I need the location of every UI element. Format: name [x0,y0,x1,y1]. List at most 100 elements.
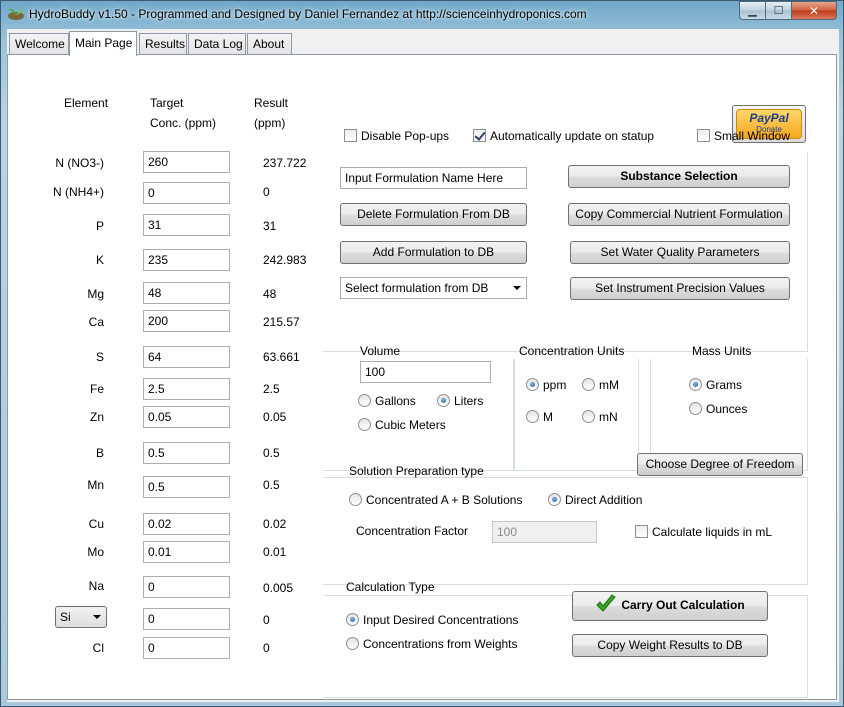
ounces-label: Ounces [706,402,748,416]
close-button[interactable]: ✕ [791,1,837,20]
ounces-radio[interactable]: Ounces [689,402,747,416]
target-input-b[interactable]: 0.5 [143,442,230,464]
result-value: 0.05 [263,410,287,424]
mm-label: mM [599,378,619,392]
result-value: 0.01 [263,545,287,559]
element-header: Element [64,96,109,110]
disable-popups-checkbox[interactable]: Disable Pop-ups [344,129,449,143]
checkbox-checked-icon [473,129,486,142]
substance-selection-button[interactable]: Substance Selection [568,165,790,188]
calc-liquids-ml-checkbox[interactable]: Calculate liquids in mL [635,525,772,539]
target-input-cl[interactable]: 0 [143,637,230,659]
target-input-p[interactable]: 31 [143,214,230,236]
target-input-s[interactable]: 64 [143,346,230,368]
auto-update-checkbox[interactable]: Automatically update on statup [473,129,654,143]
element-select-dropdown[interactable]: Si [55,606,107,628]
solution-prep-label: Solution Preparation type [349,464,484,478]
element-label: Mg [87,287,104,301]
copy-commercial-formulation-button[interactable]: Copy Commercial Nutrient Formulation [568,203,790,226]
concentrations-from-weights-radio[interactable]: Concentrations from Weights [346,637,518,651]
title-bar: HydroBuddy v1.50 - Programmed and Design… [1,1,843,29]
target-header-line2: Conc. (ppm) [150,116,217,130]
disable-popups-label: Disable Pop-ups [361,129,450,143]
molar-label: M [543,410,553,424]
concentrated-ab-radio[interactable]: Concentrated A + B Solutions [349,493,522,507]
target-input-cu[interactable]: 0.02 [143,513,230,535]
select-formulation-dropdown[interactable]: Select formulation from DB [340,277,527,299]
radio-selected-icon [548,493,561,506]
element-label: Mo [87,545,104,559]
set-instrument-precision-button[interactable]: Set Instrument Precision Values [570,277,790,300]
client-area: Welcome Main Page Results Data Log About… [7,29,839,702]
input-desired-concentrations-radio[interactable]: Input Desired Concentrations [346,613,518,627]
target-input-zn[interactable]: 0.05 [143,406,230,428]
add-formulation-button[interactable]: Add Formulation to DB [340,241,527,264]
concentration-factor-input[interactable]: 100 [492,521,597,543]
delete-formulation-button[interactable]: Delete Formulation From DB [340,203,527,226]
target-input-mo[interactable]: 0.01 [143,541,230,563]
radio-selected-icon [526,378,539,391]
liters-radio[interactable]: Liters [437,394,483,408]
result-value: 0 [263,185,270,199]
target-input-mg[interactable]: 48 [143,282,230,304]
minimize-button[interactable]: ▁ [739,1,766,20]
grams-label: Grams [706,378,742,392]
result-value: 63.661 [263,350,300,364]
cubic-meters-radio[interactable]: Cubic Meters [358,418,446,432]
volume-label: Volume [360,344,401,358]
ppm-radio[interactable]: ppm [526,378,566,392]
radio-icon [358,394,371,407]
target-input-ca[interactable]: 200 [143,310,230,332]
direct-addition-radio[interactable]: Direct Addition [548,493,642,507]
concentrated-ab-label: Concentrated A + B Solutions [366,493,523,507]
liters-label: Liters [454,394,484,408]
calculation-type-label: Calculation Type [346,580,435,594]
copy-weight-results-button[interactable]: Copy Weight Results to DB [572,634,768,657]
ppm-label: ppm [543,378,567,392]
element-label: Na [88,579,104,593]
result-value: 215.57 [263,315,300,329]
target-input-nh4[interactable]: 0 [143,182,230,204]
gallons-radio[interactable]: Gallons [358,394,416,408]
checkmark-icon [596,594,617,612]
tab-welcome[interactable]: Welcome [9,33,69,55]
checkbox-icon [697,129,710,142]
from-weights-label: Concentrations from Weights [363,637,518,651]
element-label: Mn [87,478,104,492]
minimize-icon: ▁ [748,4,757,17]
mm-radio[interactable]: mM [582,378,619,392]
calc-liquids-ml-label: Calculate liquids in mL [652,525,773,539]
input-desired-label: Input Desired Concentrations [363,613,519,627]
paypal-logo-text: PayPal [749,111,789,125]
element-label: N (NH4+) [52,185,104,199]
small-window-checkbox[interactable]: Small Window [697,129,790,143]
tab-about[interactable]: About [247,33,292,55]
radio-icon [582,378,595,391]
tab-results[interactable]: Results [139,33,187,55]
radio-selected-icon [437,394,450,407]
target-input-k[interactable]: 235 [143,249,230,271]
maximize-button[interactable]: ☐ [765,1,792,20]
tab-data-log[interactable]: Data Log [188,33,246,55]
grams-radio[interactable]: Grams [689,378,742,392]
target-input-na[interactable]: 0 [143,576,230,598]
result-value: 242.983 [263,253,307,267]
direct-addition-label: Direct Addition [565,493,643,507]
formulation-name-input[interactable]: Input Formulation Name Here [340,167,527,189]
volume-input[interactable]: 100 [360,361,491,383]
result-value: 0.5 [263,446,280,460]
target-input-no3[interactable]: 260 [143,151,230,173]
element-label: N (NO3-) [55,156,104,170]
set-water-quality-button[interactable]: Set Water Quality Parameters [570,241,790,264]
target-input-fe[interactable]: 2.5 [143,378,230,400]
tab-main-page[interactable]: Main Page [69,31,137,56]
mn-radio[interactable]: mN [582,410,618,424]
element-label: K [95,253,104,267]
choose-degree-of-freedom-button[interactable]: Choose Degree of Freedom [637,453,803,476]
target-input-mn[interactable]: 0.5 [143,476,230,498]
target-input-si[interactable]: 0 [143,608,230,630]
carry-out-calculation-button[interactable]: Carry Out Calculation [572,591,768,621]
concentration-factor-label: Concentration Factor [356,524,469,538]
auto-update-label: Automatically update on statup [490,129,655,143]
molar-radio[interactable]: M [526,410,553,424]
